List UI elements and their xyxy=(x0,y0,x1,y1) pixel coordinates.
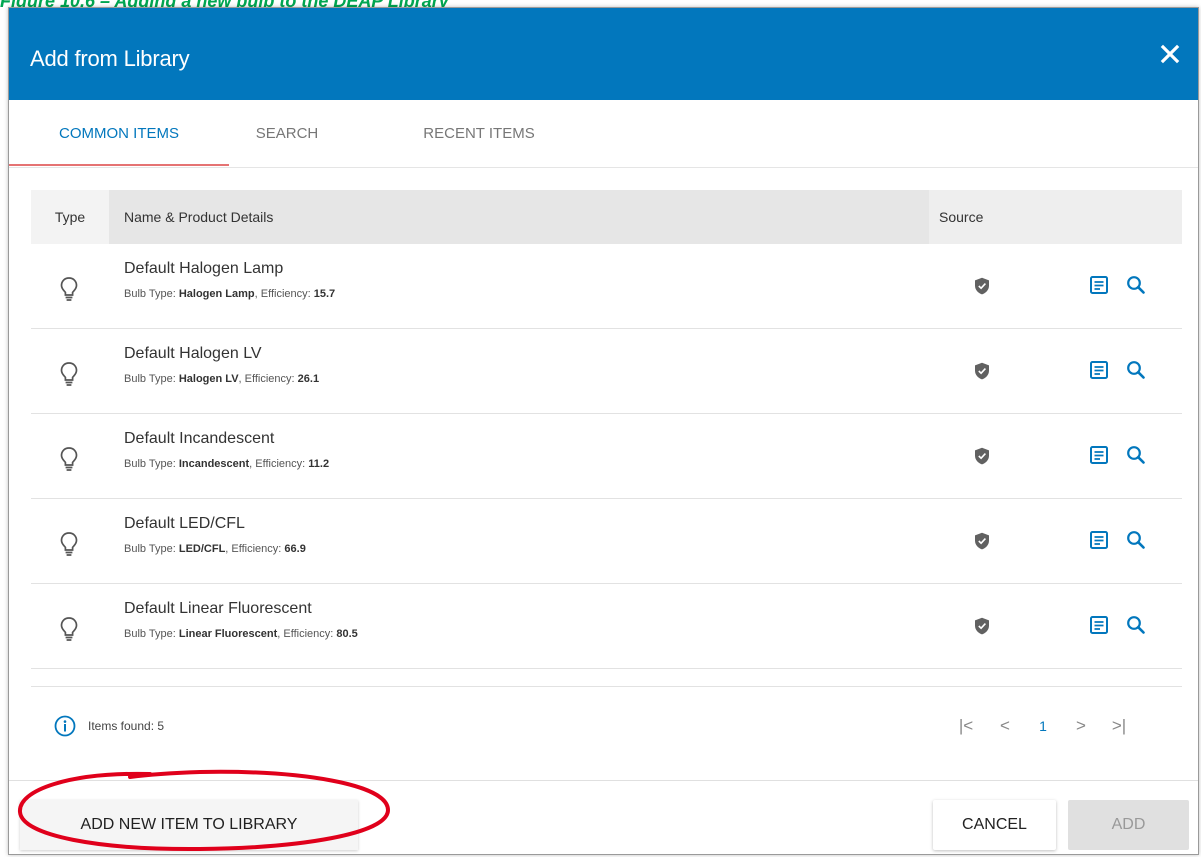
shield-icon xyxy=(975,532,989,550)
dialog-actions: ADD NEW ITEM TO LIBRARY CANCEL ADD xyxy=(9,780,1198,857)
shield-icon xyxy=(975,447,989,465)
table-header: Type Name & Product Details Source xyxy=(31,190,1182,244)
details-button[interactable] xyxy=(1088,274,1110,296)
table-footer: Items found: 5 |< < 1 > >| xyxy=(31,686,1182,767)
item-name: Default Halogen Lamp xyxy=(124,260,284,277)
document-icon xyxy=(1090,531,1108,549)
view-button[interactable] xyxy=(1125,614,1147,636)
table-row[interactable]: Default Halogen Lamp Bulb Type: Halogen … xyxy=(31,244,1182,329)
column-header-type: Type xyxy=(31,190,109,244)
tab-bar: COMMON ITEMS SEARCH RECENT ITEMS xyxy=(9,100,1198,168)
search-icon xyxy=(1127,361,1145,379)
table-row[interactable]: Default LED/CFL Bulb Type: LED/CFL, Effi… xyxy=(31,499,1182,584)
efficiency-label: , Efficiency: xyxy=(277,628,337,640)
tab-search[interactable]: SEARCH xyxy=(237,100,337,167)
view-button[interactable] xyxy=(1125,359,1147,381)
items-found-count: Items found: 5 xyxy=(88,719,165,733)
efficiency-label: , Efficiency: xyxy=(254,288,314,300)
bulb-type-value: Incandescent xyxy=(178,458,250,470)
search-icon xyxy=(1127,446,1145,464)
table-row[interactable]: Default Halogen LV Bulb Type: Halogen LV… xyxy=(31,329,1182,414)
item-name: Default Halogen LV xyxy=(124,345,262,362)
efficiency-value: 66.9 xyxy=(284,543,306,555)
efficiency-value: 80.5 xyxy=(336,628,358,640)
efficiency-label: , Efficiency: xyxy=(238,373,298,385)
close-button[interactable] xyxy=(1152,36,1188,72)
add-button[interactable]: ADD xyxy=(1068,800,1189,850)
tab-common-items[interactable]: COMMON ITEMS xyxy=(21,100,217,167)
current-page[interactable]: 1 xyxy=(1028,711,1058,741)
dialog-header: Add from Library xyxy=(9,8,1198,100)
tab-recent-items[interactable]: RECENT ITEMS xyxy=(379,100,579,167)
details-button[interactable] xyxy=(1088,529,1110,551)
lightbulb-icon xyxy=(60,362,78,386)
document-icon xyxy=(1090,361,1108,379)
item-details: Bulb Type: Halogen LV, Efficiency: 26.1 xyxy=(124,373,319,385)
efficiency-value: 11.2 xyxy=(308,458,330,470)
details-button[interactable] xyxy=(1088,359,1110,381)
active-tab-indicator xyxy=(9,164,229,166)
add-new-item-button[interactable]: ADD NEW ITEM TO LIBRARY xyxy=(20,800,358,850)
shield-icon xyxy=(975,277,989,295)
search-icon xyxy=(1127,616,1145,634)
column-header-source: Source xyxy=(929,190,1182,244)
item-details: Bulb Type: LED/CFL, Efficiency: 66.9 xyxy=(124,543,306,555)
bulb-type-label: Bulb Type: xyxy=(124,543,179,555)
item-name: Default LED/CFL xyxy=(124,515,245,532)
bulb-type-value: Halogen LV xyxy=(178,373,239,385)
document-icon xyxy=(1090,616,1108,634)
last-page-button[interactable]: >| xyxy=(1104,711,1134,741)
column-header-name[interactable]: Name & Product Details xyxy=(109,190,997,244)
view-button[interactable] xyxy=(1125,444,1147,466)
table-row[interactable]: Default Incandescent Bulb Type: Incandes… xyxy=(31,414,1182,499)
details-button[interactable] xyxy=(1088,614,1110,636)
bulb-type-label: Bulb Type: xyxy=(124,628,179,640)
add-from-library-dialog: Add from Library COMMON ITEMS SEARCH REC… xyxy=(8,7,1199,855)
bulb-type-value: Halogen Lamp xyxy=(178,288,255,300)
efficiency-label: , Efficiency: xyxy=(225,543,285,555)
search-icon xyxy=(1127,531,1145,549)
close-icon xyxy=(1160,44,1180,64)
document-icon xyxy=(1090,446,1108,464)
bulb-type-value: Linear Fluorescent xyxy=(178,628,278,640)
item-details: Bulb Type: Incandescent, Efficiency: 11.… xyxy=(124,458,329,470)
lightbulb-icon xyxy=(60,277,78,301)
details-button[interactable] xyxy=(1088,444,1110,466)
efficiency-value: 26.1 xyxy=(297,373,320,385)
efficiency-label: , Efficiency: xyxy=(249,458,309,470)
efficiency-value: 15.7 xyxy=(313,288,336,300)
shield-icon xyxy=(975,617,989,635)
lightbulb-icon xyxy=(60,617,78,641)
info-icon xyxy=(54,715,76,737)
dialog-title: Add from Library xyxy=(30,46,190,71)
item-details: Bulb Type: Linear Fluorescent, Efficienc… xyxy=(124,628,358,640)
next-page-button[interactable]: > xyxy=(1066,711,1096,741)
first-page-button[interactable]: |< xyxy=(951,711,981,741)
shield-icon xyxy=(975,362,989,380)
bulb-type-label: Bulb Type: xyxy=(124,288,179,300)
view-button[interactable] xyxy=(1125,274,1147,296)
prev-page-button[interactable]: < xyxy=(990,711,1020,741)
lightbulb-icon xyxy=(60,447,78,471)
cancel-button[interactable]: CANCEL xyxy=(933,800,1056,850)
bulb-type-label: Bulb Type: xyxy=(124,458,179,470)
item-name: Default Linear Fluorescent xyxy=(124,600,312,617)
item-details: Bulb Type: Halogen Lamp, Efficiency: 15.… xyxy=(124,288,335,300)
table-row[interactable]: Default Linear Fluorescent Bulb Type: Li… xyxy=(31,584,1182,669)
bulb-type-value: LED/CFL xyxy=(178,543,226,555)
bulb-type-label: Bulb Type: xyxy=(124,373,179,385)
column-header-name-label: Name & Product Details xyxy=(124,209,274,225)
view-button[interactable] xyxy=(1125,529,1147,551)
lightbulb-icon xyxy=(60,532,78,556)
library-table: Type Name & Product Details Source Defau… xyxy=(31,190,1182,669)
search-icon xyxy=(1127,276,1145,294)
item-name: Default Incandescent xyxy=(124,430,275,447)
document-icon xyxy=(1090,276,1108,294)
